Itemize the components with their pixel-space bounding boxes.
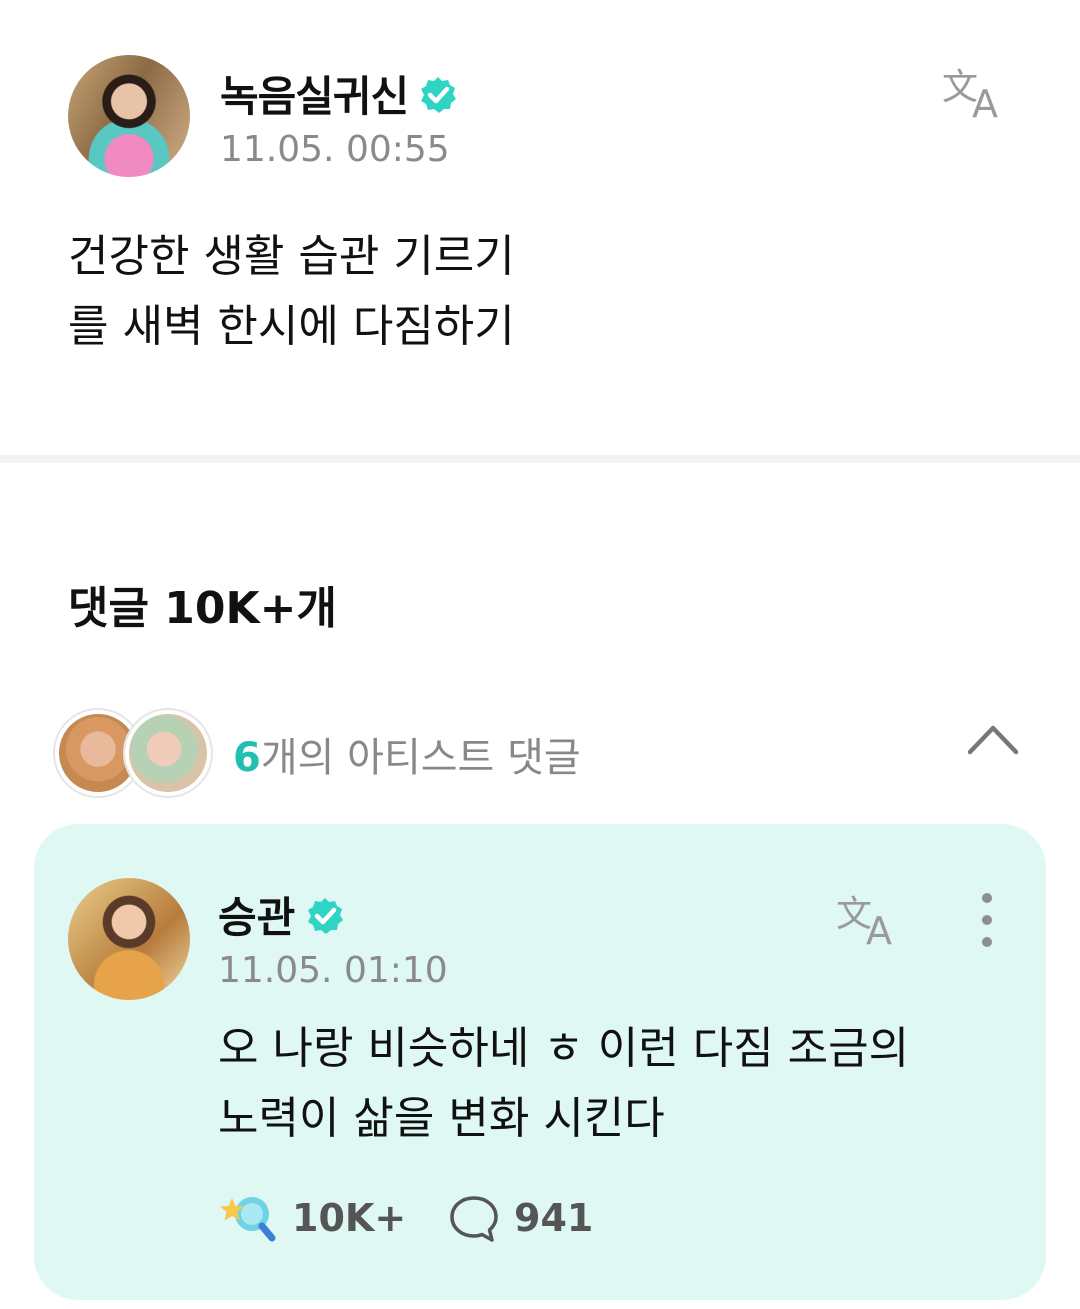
comment-body-text: 오 나랑 비슷하네 ㅎ 이런 다짐 조금의 노력이 삶을 변화 시킨다 — [218, 1023, 910, 1144]
post-body-text: 건강한 생활 습관 기르기 를 새벽 한시에 다짐하기 — [68, 231, 515, 352]
verified-badge-icon — [421, 77, 457, 113]
artist-avatar — [125, 710, 211, 796]
post-author-name[interactable]: 녹음실귀신 — [220, 63, 458, 124]
post-header: 녹음실귀신 11.05. 00:55 文 A — [68, 55, 1018, 180]
comment-author-name[interactable]: 승관 — [218, 884, 345, 945]
post-timestamp: 11.05. 00:55 — [220, 129, 450, 170]
comment-reactions: 10K+ 941 — [218, 1192, 718, 1248]
artist-comments-count: 6 — [233, 735, 261, 781]
post-author-label[interactable]: 녹음실귀신 — [220, 72, 409, 121]
cheer-lightstick-icon[interactable] — [218, 1192, 278, 1244]
translate-icon[interactable]: 文 A — [940, 63, 1012, 121]
artist-comments-toggle[interactable]: 6개의 아티스트 댓글 — [55, 707, 1020, 797]
svg-text:A: A — [866, 909, 892, 948]
svg-text:A: A — [972, 82, 998, 121]
comments-label: 댓글 — [68, 583, 149, 634]
artist-comments-label[interactable]: 6개의 아티스트 댓글 — [233, 725, 581, 783]
comments-count-heading: 댓글 10K+개 — [68, 572, 337, 636]
comments-count: 10K+개 — [164, 583, 337, 634]
post-author-avatar[interactable] — [68, 55, 190, 177]
artist-comments-text: 개의 아티스트 댓글 — [260, 735, 581, 781]
like-count[interactable]: 10K+ — [292, 1196, 406, 1240]
chevron-up-icon[interactable] — [966, 722, 1020, 756]
comment-timestamp: 11.05. 01:10 — [218, 950, 448, 991]
comment-author-avatar[interactable] — [68, 878, 190, 1000]
verified-badge-icon — [308, 898, 344, 934]
section-divider — [0, 455, 1080, 463]
reply-count[interactable]: 941 — [514, 1196, 593, 1240]
artist-comment-card: 승관 11.05. 01:10 文 A 오 나랑 비슷하네 ㅎ 이런 다짐 조금… — [34, 824, 1046, 1300]
translate-icon[interactable]: 文 A — [834, 890, 906, 948]
reply-bubble-icon[interactable] — [448, 1194, 500, 1244]
comment-author-label[interactable]: 승관 — [218, 893, 295, 942]
more-options-icon[interactable] — [972, 890, 1002, 950]
